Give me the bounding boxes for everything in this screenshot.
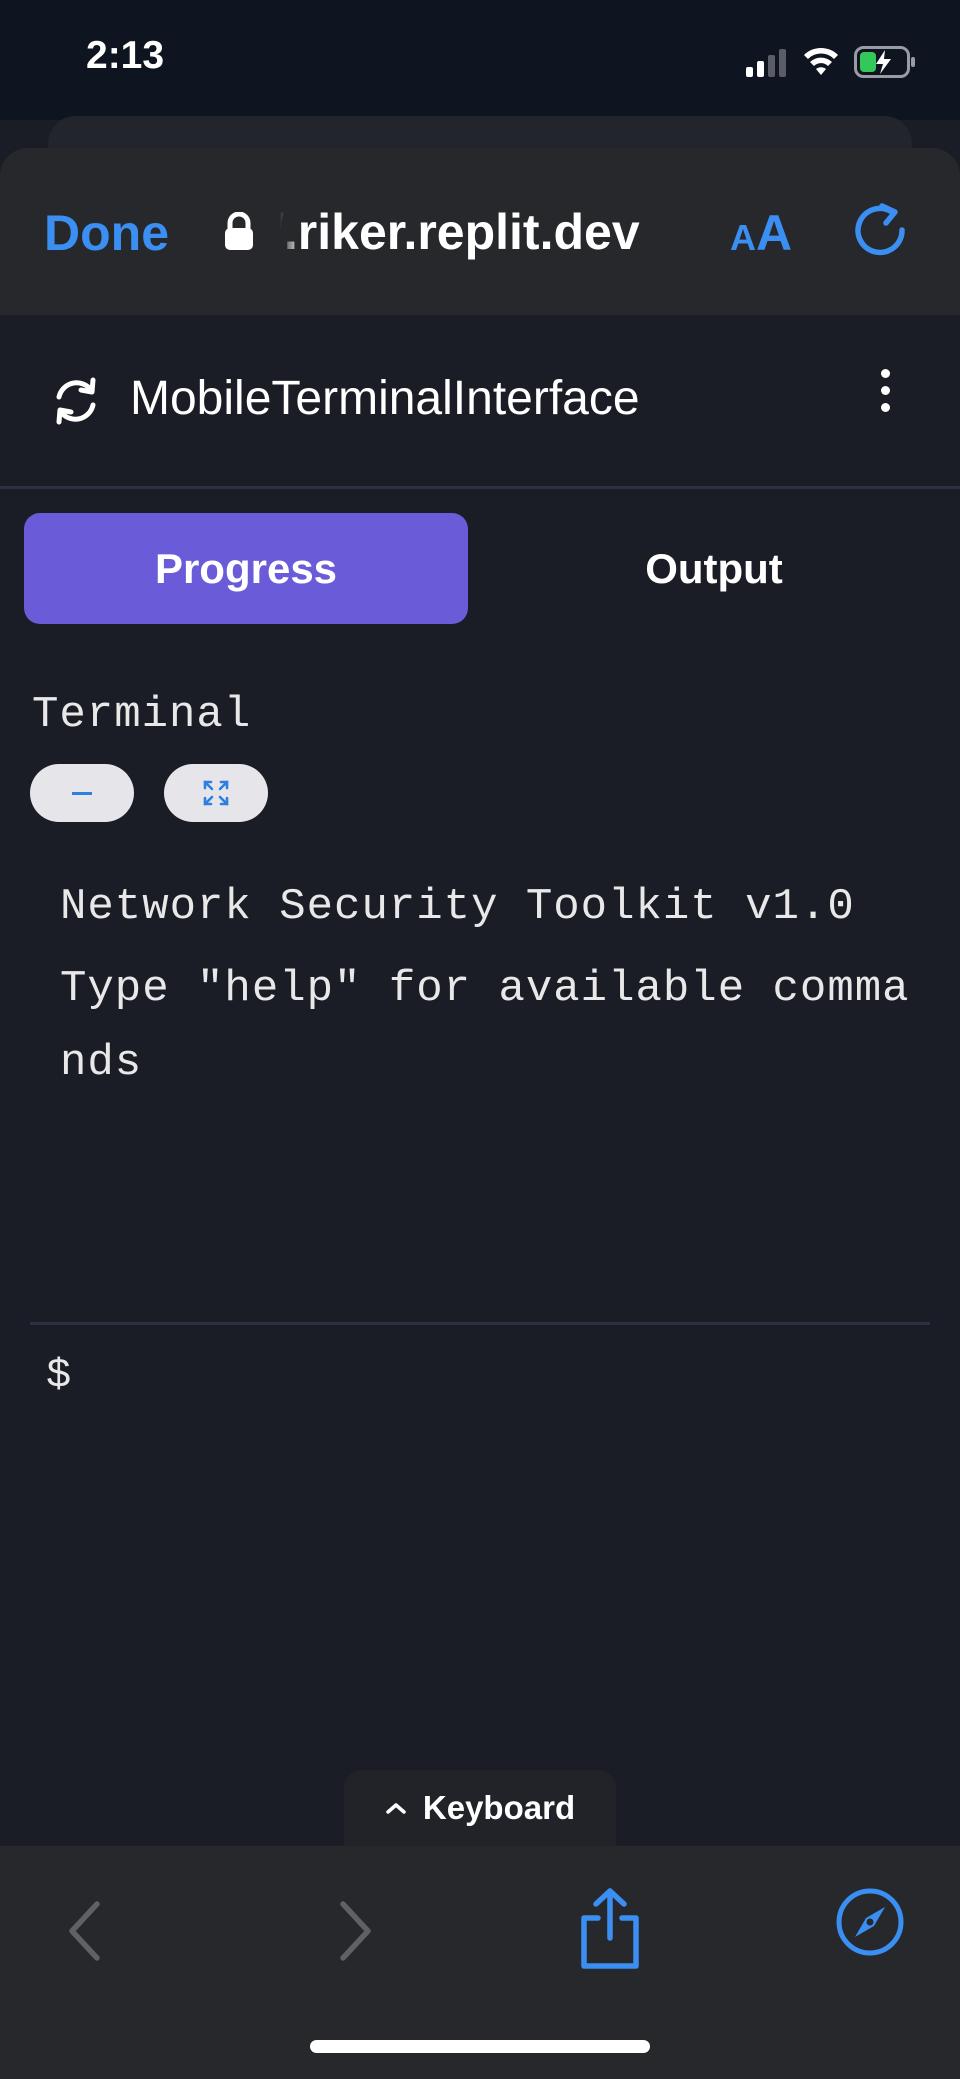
url-value: /.riker.replit.dev bbox=[270, 204, 640, 260]
expand-icon bbox=[203, 780, 229, 806]
wifi-icon bbox=[804, 47, 838, 75]
keyboard-label: Keyboard bbox=[422, 1789, 576, 1826]
keyboard-toggle[interactable]: Keyboard bbox=[344, 1770, 616, 1846]
minimize-button[interactable] bbox=[30, 764, 134, 822]
status-bar: 2:13 bbox=[0, 0, 960, 120]
text-size-large-glyph: A bbox=[756, 205, 793, 261]
expand-button[interactable] bbox=[164, 764, 268, 822]
more-options-icon[interactable] bbox=[870, 369, 900, 429]
terminal-output-line: Type "help" for available commands bbox=[60, 964, 910, 1088]
back-icon[interactable] bbox=[52, 1896, 122, 1966]
url-text: /.riker.replit.dev bbox=[270, 203, 640, 261]
terminal-divider bbox=[30, 1322, 930, 1325]
tab-progress[interactable]: Progress bbox=[24, 513, 468, 624]
terminal-output: Network Security Toolkit v1.0 Type "help… bbox=[60, 870, 920, 1100]
sync-icon[interactable] bbox=[50, 375, 102, 427]
done-button[interactable]: Done bbox=[44, 204, 169, 262]
terminal-output-line: Network Security Toolkit v1.0 bbox=[60, 882, 855, 932]
browser-bottom-toolbar bbox=[0, 1846, 960, 2079]
tab-output[interactable]: Output bbox=[492, 513, 936, 624]
terminal-prompt: $ bbox=[46, 1352, 72, 1400]
browser-top-bar: Done /.riker.replit.dev AA bbox=[0, 148, 960, 315]
lock-icon bbox=[225, 212, 253, 250]
cellular-signal-icon bbox=[746, 49, 786, 77]
app-title: MobileTerminalInterface bbox=[130, 372, 640, 425]
home-indicator bbox=[310, 2040, 650, 2053]
text-size-small-glyph: A bbox=[730, 217, 756, 258]
minus-icon bbox=[72, 791, 92, 795]
status-icons bbox=[746, 42, 916, 82]
terminal-label: Terminal bbox=[32, 690, 252, 740]
status-time: 2:13 bbox=[86, 34, 165, 77]
text-size-button[interactable]: AA bbox=[730, 204, 792, 262]
share-icon[interactable] bbox=[572, 1886, 648, 1972]
forward-icon[interactable] bbox=[318, 1896, 388, 1966]
chevron-up-icon bbox=[386, 1803, 406, 1814]
app-header: MobileTerminalInterface bbox=[0, 315, 960, 489]
command-input[interactable] bbox=[90, 1350, 924, 1408]
battery-charging-icon bbox=[854, 46, 915, 78]
compass-icon[interactable] bbox=[834, 1886, 906, 1958]
reload-icon[interactable] bbox=[852, 202, 908, 258]
url-fade bbox=[270, 203, 302, 261]
address-bar[interactable]: /.riker.replit.dev bbox=[222, 203, 640, 261]
